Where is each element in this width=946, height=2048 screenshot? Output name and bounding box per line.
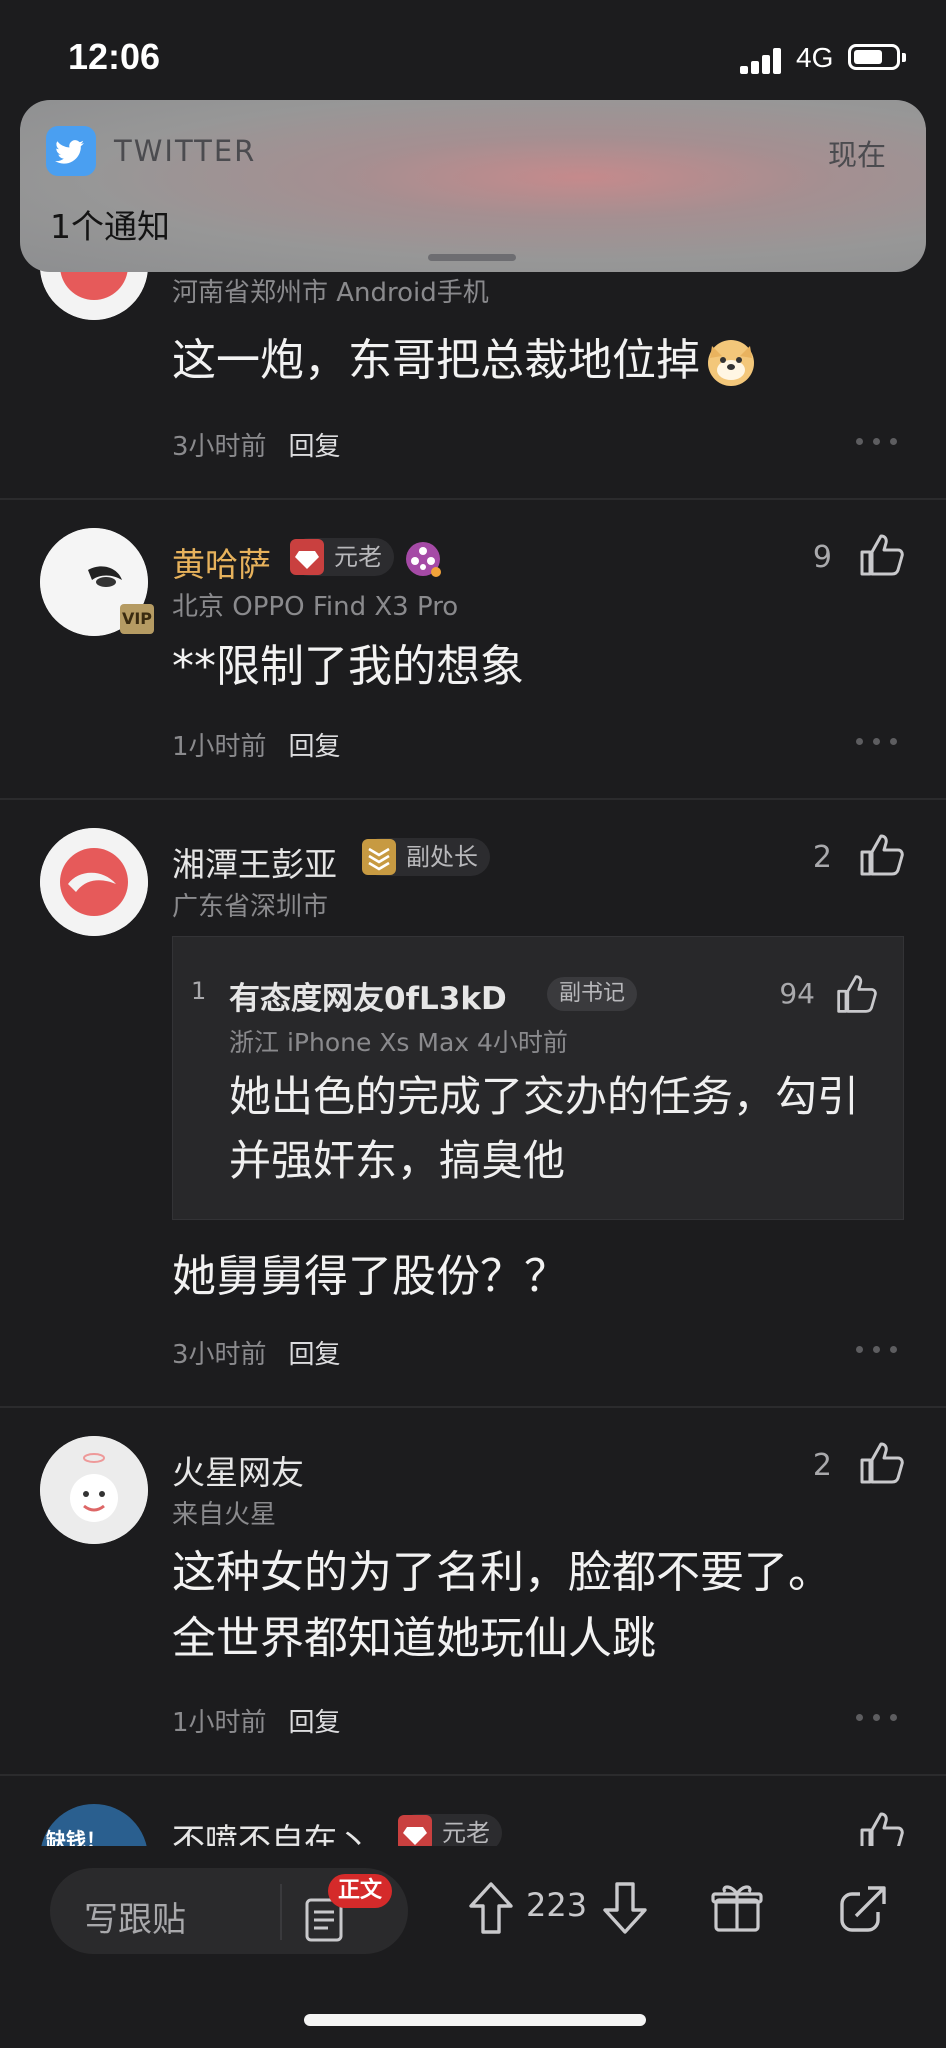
upvote-arrow-icon[interactable] <box>466 1880 516 1936</box>
rank-badge-label: 元老 <box>442 1819 490 1847</box>
comment-time: 1小时前 <box>172 732 267 762</box>
twitter-bird-icon <box>46 126 96 176</box>
doge-emoji-icon <box>704 334 758 388</box>
more-options-icon[interactable] <box>856 1346 898 1356</box>
divider <box>0 1774 946 1776</box>
quote-rank-badge: 副书记 <box>547 977 638 1011</box>
quote-floor-index: 1 <box>191 977 207 1005</box>
comment-text: **限制了我的想象 <box>172 641 524 692</box>
comment-username[interactable]: 火星网友 <box>172 1446 304 1494</box>
comment-username[interactable]: 黄哈萨 <box>172 538 271 586</box>
reply-button[interactable]: 回复 <box>289 432 341 462</box>
divider <box>0 1406 946 1408</box>
notification-time: 现在 <box>827 138 886 172</box>
status-bar: 12:06 4G <box>0 0 946 100</box>
quote-like-count: 94 <box>779 977 815 1010</box>
rank-badge: 副处长 <box>362 838 490 876</box>
film-reel-icon <box>404 540 442 578</box>
like-count: 2 <box>812 840 832 875</box>
reply-button[interactable]: 回复 <box>289 1708 341 1738</box>
article-badge: 正文 <box>328 1874 393 1908</box>
signal-icon <box>740 46 784 74</box>
comment-location: 来自火星 <box>172 1500 277 1530</box>
comment-meta: 3小时前 回复 <box>172 1334 341 1371</box>
divider <box>0 498 946 500</box>
diamond-rank-icon <box>290 539 324 575</box>
divider <box>280 1884 282 1940</box>
comment-text: 她舅舅得了股份？？ <box>172 1251 568 1302</box>
comment-meta: 1小时前 回复 <box>172 1702 341 1739</box>
quoted-comment[interactable]: 1 有态度网友0fL3kD 副书记 94 浙江 iPhone Xs Max 4小… <box>172 936 904 1220</box>
status-time: 12:06 <box>68 36 161 77</box>
quote-location: 浙江 iPhone Xs Max 4小时前 <box>229 1028 568 1057</box>
network-type: 4G <box>796 42 834 73</box>
more-options-icon[interactable] <box>856 738 898 748</box>
comment-text: 这种女的为了名利，脸都不要了。全世界都知道她玩仙人跳 <box>172 1547 832 1664</box>
more-options-icon[interactable] <box>856 438 898 448</box>
gift-icon[interactable] <box>710 1882 764 1934</box>
comment-meta: 1小时前 回复 <box>172 726 341 763</box>
comment-meta: 3小时前 回复 <box>172 426 341 463</box>
vote-count: 223 <box>526 1886 588 1924</box>
reply-button[interactable]: 回复 <box>289 1340 341 1370</box>
vip-badge: VIP <box>120 604 154 634</box>
avatar[interactable] <box>40 1436 148 1544</box>
like-count: 2 <box>812 1448 832 1483</box>
write-reply-placeholder: 写跟贴 <box>84 1900 186 1940</box>
comment-time: 3小时前 <box>172 432 267 462</box>
thumbs-up-icon[interactable] <box>835 973 877 1015</box>
comment-time: 1小时前 <box>172 1708 267 1738</box>
notification-body: 1个通知 <box>50 207 170 246</box>
thumbs-up-icon[interactable] <box>858 1440 904 1486</box>
rank-badge: 元老 <box>290 538 394 576</box>
chevron-rank-icon <box>362 839 396 875</box>
downvote-arrow-icon[interactable] <box>600 1880 650 1936</box>
more-options-icon[interactable] <box>856 1714 898 1724</box>
comment-location: 广东省深圳市 <box>172 892 329 922</box>
comment-location: 河南省郑州市 Android手机 <box>172 278 489 308</box>
home-indicator[interactable] <box>304 2014 646 2026</box>
share-icon[interactable] <box>838 1882 890 1934</box>
notification-app-name: TWITTER <box>114 134 257 168</box>
quote-text: 她出色的完成了交办的任务，勾引并强奸东，搞臭他 <box>229 1072 860 1185</box>
divider <box>0 798 946 800</box>
write-reply-field[interactable]: 写跟贴 正文 <box>50 1868 408 1954</box>
quote-username[interactable]: 有态度网友0fL3kD <box>229 973 507 1018</box>
rank-badge-label: 副处长 <box>406 843 478 871</box>
comment-text: 这一炮，东哥把总裁地位掉 <box>172 328 872 394</box>
avatar[interactable] <box>40 828 148 936</box>
rank-badge-label: 元老 <box>334 543 382 571</box>
comment-time: 3小时前 <box>172 1340 267 1370</box>
thumbs-up-icon[interactable] <box>858 532 904 578</box>
thumbs-up-icon[interactable] <box>858 832 904 878</box>
notification-banner[interactable]: TWITTER 现在 1个通知 <box>20 100 926 272</box>
battery-icon <box>848 44 906 70</box>
comment-location: 北京 OPPO Find X3 Pro <box>172 592 459 622</box>
reply-button[interactable]: 回复 <box>289 732 341 762</box>
notification-handle[interactable] <box>428 254 516 261</box>
comment-username[interactable]: 湘潭王彭亚 <box>172 838 337 886</box>
like-count: 9 <box>812 540 832 575</box>
comment-text-content: 这一炮，东哥把总裁地位掉 <box>172 335 700 386</box>
